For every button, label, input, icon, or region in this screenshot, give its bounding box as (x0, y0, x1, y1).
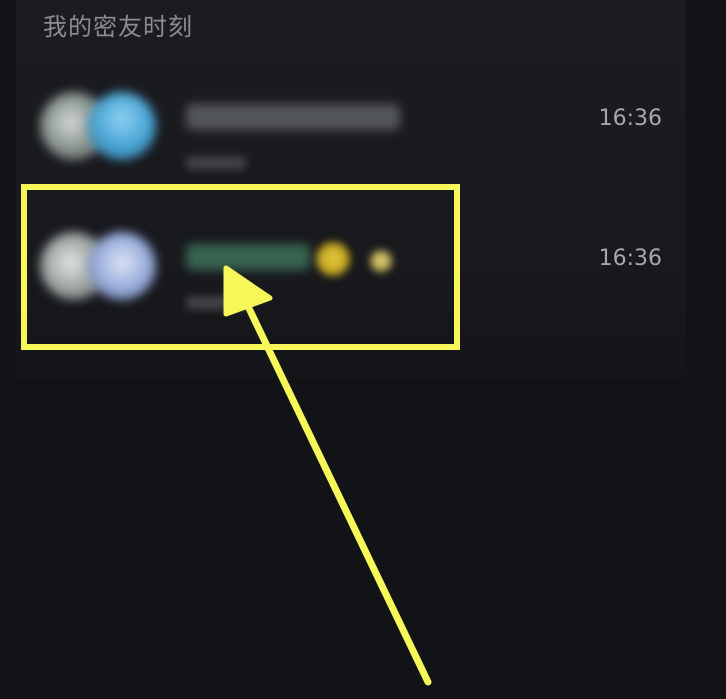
list-item[interactable]: 16:36 (16, 60, 686, 200)
blurred-name (186, 104, 400, 130)
timestamp: 16:36 (598, 106, 662, 131)
screen: 我的密友时刻 16:36 16:36 (0, 0, 726, 699)
timestamp: 16:36 (598, 246, 662, 271)
blurred-subtitle (186, 156, 246, 170)
section-title: 我的密友时刻 (43, 13, 193, 41)
avatar (88, 92, 156, 160)
avatar-group (40, 92, 165, 162)
highlight-box (21, 184, 460, 350)
